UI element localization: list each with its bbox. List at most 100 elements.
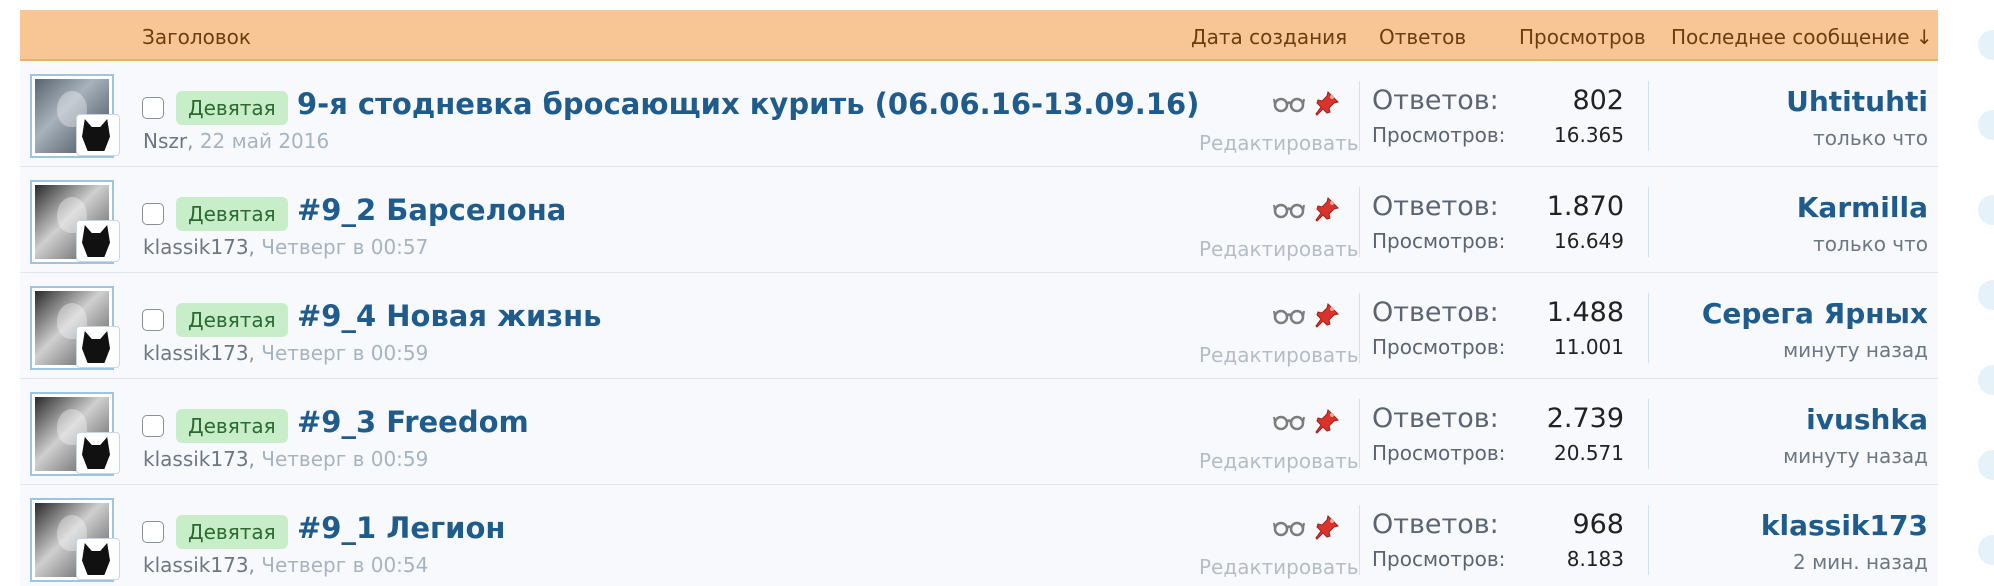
thread-select-checkbox[interactable] <box>142 97 164 119</box>
thread-author-link[interactable]: klassik173 <box>143 447 249 471</box>
replies-label: Ответов: <box>1372 297 1499 328</box>
last-post-time-link[interactable]: 2 мин. назад <box>1761 550 1928 574</box>
thread-title-link[interactable]: #9_1 Легион <box>297 511 505 545</box>
thread-start-date[interactable]: Четверг в 00:54 <box>261 553 428 577</box>
thread-title-link[interactable]: #9_2 Барселона <box>297 193 566 227</box>
thread-meta: klassik173, Четверг в 00:59 <box>143 341 429 365</box>
thread-title-link[interactable]: #9_3 Freedom <box>297 405 529 439</box>
thread-title-link[interactable]: #9_4 Новая жизнь <box>297 299 602 333</box>
last-message-info: Karmilla только что <box>1797 191 1928 256</box>
last-poster-link[interactable]: klassik173 <box>1761 509 1928 542</box>
thread-meta: klassik173, Четверг в 00:57 <box>143 235 429 259</box>
last-poster-link[interactable]: Серега Ярных <box>1702 297 1928 330</box>
thread-stats: Ответов: 1.870 Просмотров: 16.649 <box>1359 187 1649 257</box>
thread-start-date[interactable]: 22 май 2016 <box>200 129 329 153</box>
thread-status-icons <box>1273 195 1341 223</box>
thread-stats: Ответов: 2.739 Просмотров: 20.571 <box>1359 399 1649 469</box>
thread-prefix-badge[interactable]: Девятая <box>176 409 288 443</box>
sticky-pin-icon <box>1313 407 1341 435</box>
thread-meta: Nszr, 22 май 2016 <box>143 129 330 153</box>
cat-avatar-badge-icon <box>76 220 120 262</box>
sticky-pin-icon <box>1313 513 1341 541</box>
views-label: Просмотров: <box>1372 123 1506 147</box>
views-label: Просмотров: <box>1372 441 1506 465</box>
thread-prefix-badge[interactable]: Девятая <box>176 303 288 337</box>
thread-select-checkbox[interactable] <box>142 521 164 543</box>
replies-count: 802 <box>1572 85 1624 116</box>
last-poster-link[interactable]: Uhtituhti <box>1786 85 1928 118</box>
sticky-pin-icon <box>1313 89 1341 117</box>
last-message-info: ivushka минуту назад <box>1783 403 1928 468</box>
thread-start-date[interactable]: Четверг в 00:59 <box>261 341 428 365</box>
cat-avatar-badge-icon <box>76 432 120 474</box>
replies-count: 1.488 <box>1546 297 1624 328</box>
decorative-background-dots <box>1954 0 1994 586</box>
thread-prefix-badge[interactable]: Девятая <box>176 91 288 125</box>
thread-prefix-badge[interactable]: Девятая <box>176 197 288 231</box>
views-label: Просмотров: <box>1372 335 1506 359</box>
column-header-views[interactable]: Просмотров <box>1519 25 1646 49</box>
cat-avatar-badge-icon <box>76 326 120 368</box>
thread-row: Девятая #9_2 Барселона klassik173, Четве… <box>20 167 1938 273</box>
thread-select-checkbox[interactable] <box>142 203 164 225</box>
thread-prefix-badge[interactable]: Девятая <box>176 515 288 549</box>
cat-avatar-badge-icon <box>76 114 120 156</box>
edit-thread-link[interactable]: Редактировать <box>1199 237 1359 261</box>
replies-count: 968 <box>1572 509 1624 540</box>
column-header-title[interactable]: Заголовок <box>142 25 251 49</box>
thread-select-checkbox[interactable] <box>142 309 164 331</box>
thread-select-checkbox[interactable] <box>142 415 164 437</box>
views-count: 8.183 <box>1566 547 1624 571</box>
thread-start-date[interactable]: Четверг в 00:59 <box>261 447 428 471</box>
views-count: 16.649 <box>1554 229 1624 253</box>
edit-thread-link[interactable]: Редактировать <box>1199 555 1359 579</box>
watched-glasses-icon[interactable] <box>1273 517 1305 537</box>
thread-stats: Ответов: 968 Просмотров: 8.183 <box>1359 505 1649 575</box>
last-message-info: Серега Ярных минуту назад <box>1702 297 1928 362</box>
replies-label: Ответов: <box>1372 85 1499 116</box>
watched-glasses-icon[interactable] <box>1273 199 1305 219</box>
thread-row: Девятая #9_4 Новая жизнь klassik173, Чет… <box>20 273 1938 379</box>
watched-glasses-icon[interactable] <box>1273 411 1305 431</box>
sticky-pin-icon <box>1313 195 1341 223</box>
last-post-time-link[interactable]: минуту назад <box>1702 338 1928 362</box>
thread-author-link[interactable]: Nszr <box>143 129 187 153</box>
edit-thread-link[interactable]: Редактировать <box>1199 343 1359 367</box>
edit-thread-link[interactable]: Редактировать <box>1199 449 1359 473</box>
last-post-time-link[interactable]: только что <box>1797 232 1928 256</box>
column-header-last-message[interactable]: Последнее сообщение ↓ <box>1671 25 1933 49</box>
views-label: Просмотров: <box>1372 547 1506 571</box>
last-post-time-link[interactable]: минуту назад <box>1783 444 1928 468</box>
replies-label: Ответов: <box>1372 191 1499 222</box>
thread-status-icons <box>1273 301 1341 329</box>
views-count: 16.365 <box>1554 123 1624 147</box>
edit-thread-link[interactable]: Редактировать <box>1199 131 1359 155</box>
thread-author-link[interactable]: klassik173 <box>143 235 249 259</box>
thread-list-header: Заголовок Дата создания Ответов Просмотр… <box>20 10 1938 61</box>
thread-status-icons <box>1273 407 1341 435</box>
watched-glasses-icon[interactable] <box>1273 305 1305 325</box>
thread-author-link[interactable]: klassik173 <box>143 553 249 577</box>
watched-glasses-icon[interactable] <box>1273 93 1305 113</box>
thread-meta: klassik173, Четверг в 00:59 <box>143 447 429 471</box>
column-header-date[interactable]: Дата создания <box>1191 25 1347 49</box>
thread-author-link[interactable]: klassik173 <box>143 341 249 365</box>
column-header-replies[interactable]: Ответов <box>1379 25 1466 49</box>
views-label: Просмотров: <box>1372 229 1506 253</box>
sticky-pin-icon <box>1313 301 1341 329</box>
replies-count: 1.870 <box>1546 191 1624 222</box>
last-post-time-link[interactable]: только что <box>1786 126 1928 150</box>
last-message-info: Uhtituhti только что <box>1786 85 1928 150</box>
thread-status-icons <box>1273 513 1341 541</box>
thread-start-date[interactable]: Четверг в 00:57 <box>261 235 428 259</box>
last-poster-link[interactable]: Karmilla <box>1797 191 1928 224</box>
views-count: 20.571 <box>1554 441 1624 465</box>
last-poster-link[interactable]: ivushka <box>1783 403 1928 436</box>
thread-stats: Ответов: 1.488 Просмотров: 11.001 <box>1359 293 1649 363</box>
thread-row: Девятая #9_1 Легион klassik173, Четверг … <box>20 485 1938 586</box>
views-count: 11.001 <box>1554 335 1624 359</box>
thread-title-link[interactable]: 9-я стодневка бросающих курить (06.06.16… <box>297 87 1199 121</box>
cat-avatar-badge-icon <box>76 538 120 580</box>
last-message-info: klassik173 2 мин. назад <box>1761 509 1928 574</box>
replies-label: Ответов: <box>1372 403 1499 434</box>
